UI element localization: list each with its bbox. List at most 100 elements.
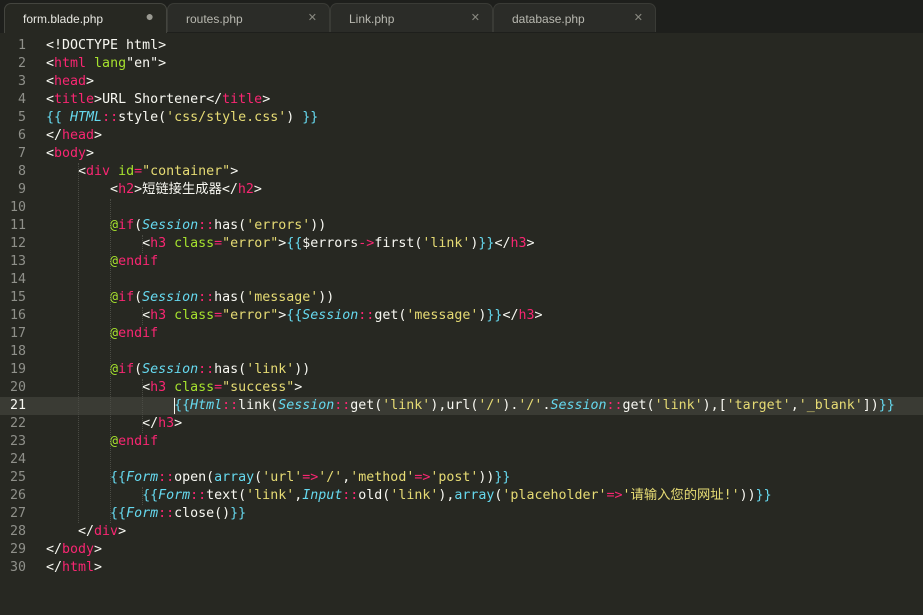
code-token: > xyxy=(230,164,239,179)
code-line[interactable]: 24 xyxy=(0,451,923,469)
code-token: )) xyxy=(294,362,311,377)
code-line[interactable]: 15 @if(Session::has('message')) xyxy=(0,289,923,307)
code-token: ). xyxy=(502,398,519,413)
code-line[interactable]: 4 <title>URL Shortener</title> xyxy=(0,91,923,109)
code-token: 'errors' xyxy=(246,218,311,233)
code-token: </ xyxy=(46,560,63,575)
code-text: @if(Session::has('message')) xyxy=(46,289,334,307)
code-token: get( xyxy=(374,308,407,323)
code-line[interactable]: 23 @endif xyxy=(0,433,923,451)
code-line[interactable]: 17 @endif xyxy=(0,325,923,343)
code-token: < xyxy=(142,308,151,323)
code-line[interactable]: 13 @endif xyxy=(0,253,923,271)
code-token: ( xyxy=(134,290,143,305)
code-line[interactable]: 9 <h2>短链接生成器</h2> xyxy=(0,181,923,199)
close-icon[interactable]: ✕ xyxy=(471,11,480,24)
code-token: </ xyxy=(221,182,238,197)
code-token: => xyxy=(414,470,431,485)
indent-guide xyxy=(78,163,79,523)
code-line[interactable]: 20 <h3 class="success"> xyxy=(0,379,923,397)
line-number: 5 xyxy=(17,110,26,125)
code-token: head xyxy=(54,74,87,89)
code-token: h3 xyxy=(158,416,175,431)
code-text: </div> xyxy=(46,523,126,541)
code-line[interactable]: 12 <h3 class="error">{{$errors->first('l… xyxy=(0,235,923,253)
code-line[interactable]: 29 </body> xyxy=(0,541,923,559)
code-text: <html lang"en"> xyxy=(46,55,166,73)
code-line[interactable]: 2 <html lang"en"> xyxy=(0,55,923,73)
code-token: }} xyxy=(878,398,895,413)
code-token: has( xyxy=(214,290,247,305)
code-token: style( xyxy=(118,110,167,125)
unsaved-dot-icon[interactable]: ● xyxy=(146,8,154,24)
code-line[interactable]: 6 </head> xyxy=(0,127,923,145)
line-number: 13 xyxy=(9,254,26,269)
code-editor[interactable]: 1 <!DOCTYPE html> 2 <html lang"en"> 3 <head> 4… xyxy=(0,33,923,615)
code-line[interactable]: 25 {{Form::open(array('url'=>'/','method… xyxy=(0,469,923,487)
code-line[interactable]: 22 </h3> xyxy=(0,415,923,433)
code-token: -> xyxy=(358,236,375,251)
code-text: {{Form::text('link',Input::old('link'),a… xyxy=(46,487,772,505)
code-line[interactable]: 10 xyxy=(0,199,923,217)
code-token: title xyxy=(54,92,95,107)
code-line[interactable]: 8 <div id="container"> xyxy=(0,163,923,181)
code-line[interactable]: 16 <h3 class="error">{{Session::get('mes… xyxy=(0,307,923,325)
tab-title: Link.php xyxy=(349,12,395,26)
indent-guide xyxy=(142,307,143,325)
code-text: @if(Session::has('errors')) xyxy=(46,217,326,235)
code-line[interactable]: 30 </html> xyxy=(0,559,923,577)
code-token: @ xyxy=(110,434,119,449)
code-text: <div id="container"> xyxy=(46,163,238,181)
code-token: h3 xyxy=(150,380,167,395)
code-line[interactable]: 7 <body> xyxy=(0,145,923,163)
code-line[interactable]: 3 <head> xyxy=(0,73,923,91)
line-number: 3 xyxy=(17,74,26,89)
code-token: '/' xyxy=(318,470,343,485)
code-token: if xyxy=(118,362,135,377)
code-token: old( xyxy=(358,488,391,503)
code-line[interactable]: 21 {{Html::link(Session::get('link'),url… xyxy=(0,397,923,415)
code-token: => xyxy=(302,470,319,485)
code-line[interactable]: 19 @if(Session::has('link')) xyxy=(0,361,923,379)
code-line[interactable]: 1 <!DOCTYPE html> xyxy=(0,37,923,55)
code-token: get( xyxy=(622,398,655,413)
tab-link[interactable]: Link.php ✕ xyxy=(330,3,493,32)
line-number: 14 xyxy=(9,272,26,287)
code-token: ( xyxy=(134,218,143,233)
code-token: :: xyxy=(102,110,119,125)
indent-guide xyxy=(110,199,111,523)
code-line[interactable]: 18 xyxy=(0,343,923,361)
code-line[interactable]: 14 xyxy=(0,271,923,289)
close-icon[interactable]: ✕ xyxy=(634,11,643,24)
code-token: :: xyxy=(342,488,359,503)
tab-title: form.blade.php xyxy=(23,12,104,26)
code-token: link( xyxy=(238,398,279,413)
code-line[interactable]: 27 {{Form::close()}} xyxy=(0,505,923,523)
code-token: :: xyxy=(358,308,375,323)
code-line[interactable]: 11 @if(Session::has('errors')) xyxy=(0,217,923,235)
code-token: Input xyxy=(302,488,343,503)
code-token: Form xyxy=(126,470,159,485)
code-token: < xyxy=(78,164,87,179)
line-number: 19 xyxy=(9,362,26,377)
code-token: ) xyxy=(286,110,303,125)
close-icon[interactable]: ✕ xyxy=(308,11,317,24)
code-text: {{ HTML::style('css/style.css') }} xyxy=(46,109,318,127)
line-number: 12 xyxy=(9,236,26,251)
code-line[interactable]: 26 {{Form::text('link',Input::old('link'… xyxy=(0,487,923,505)
code-token: {{ xyxy=(286,308,303,323)
tab-routes[interactable]: routes.php ✕ xyxy=(167,3,330,32)
code-token: > xyxy=(174,416,183,431)
code-token: first( xyxy=(374,236,423,251)
code-line[interactable]: 5 {{ HTML::style('css/style.css') }} xyxy=(0,109,923,127)
code-token: Session xyxy=(142,218,199,233)
code-line[interactable]: 28 </div> xyxy=(0,523,923,541)
code-token: < xyxy=(46,74,55,89)
code-token: '请输入您的网址!' xyxy=(622,488,740,503)
code-token: )) xyxy=(478,470,495,485)
tab-form-blade[interactable]: form.blade.php ● xyxy=(4,3,167,33)
tab-database[interactable]: database.php ✕ xyxy=(493,3,656,32)
